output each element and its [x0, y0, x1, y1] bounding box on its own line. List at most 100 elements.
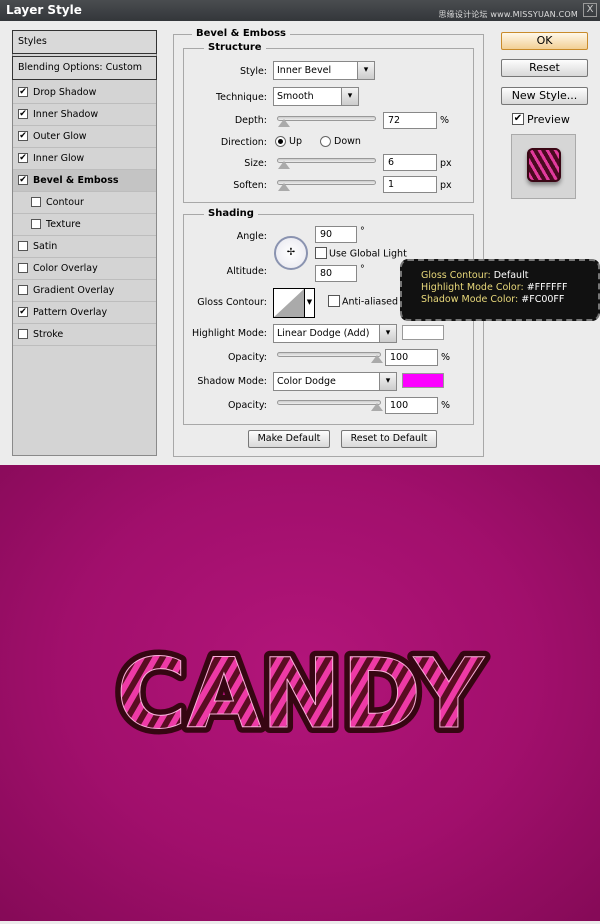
style-item-drop-shadow[interactable]: ✔ Drop Shadow: [13, 82, 156, 104]
chevron-down-icon: ▾: [341, 88, 358, 105]
style-item-stroke[interactable]: Stroke: [13, 324, 156, 346]
checkmark-icon[interactable]: ✔: [18, 152, 28, 163]
chevron-down-icon: ▾: [379, 325, 396, 342]
structure-title: Structure: [204, 42, 266, 53]
styles-list: Styles Blending Options: Custom ✔ Drop Sh…: [12, 30, 157, 456]
shadow-mode-value: Color Dodge: [277, 376, 336, 387]
highlight-mode-value: Linear Dodge (Add): [277, 328, 370, 339]
use-global-light-checkbox[interactable]: Use Global Light: [315, 247, 407, 260]
style-item-contour[interactable]: Contour: [13, 192, 156, 214]
checkbox-icon[interactable]: [31, 218, 41, 229]
reset-to-default-button[interactable]: Reset to Default: [341, 430, 437, 448]
shading-title: Shading: [204, 208, 258, 219]
checkbox-icon[interactable]: [18, 240, 28, 251]
tooltip-value: #FFFFFF: [526, 282, 568, 293]
down-label: Down: [334, 136, 361, 147]
reset-button[interactable]: Reset: [501, 59, 588, 77]
checkbox-icon[interactable]: [31, 196, 41, 207]
direction-down-radio[interactable]: Down: [320, 136, 361, 147]
style-value: Inner Bevel: [277, 65, 332, 76]
shadow-opacity-label: Opacity:: [227, 400, 267, 411]
angle-degree: °: [360, 226, 365, 237]
style-select[interactable]: Inner Bevel ▾: [273, 61, 375, 80]
close-button[interactable]: X: [583, 3, 597, 17]
blending-options-item[interactable]: Blending Options: Custom: [12, 56, 157, 80]
depth-slider[interactable]: [277, 116, 376, 127]
slider-thumb[interactable]: [278, 183, 290, 191]
technique-value: Smooth: [277, 91, 314, 102]
checkbox-icon: [328, 295, 340, 307]
chevron-down-icon: ▾: [379, 373, 396, 390]
tooltip-key: Gloss Contour:: [421, 270, 491, 281]
checkmark-icon[interactable]: ✔: [18, 86, 28, 97]
slider-thumb[interactable]: [278, 161, 290, 169]
angle-input[interactable]: 90: [315, 226, 357, 243]
ok-button[interactable]: OK: [501, 32, 588, 50]
checkbox-icon[interactable]: [18, 328, 28, 339]
checkbox-icon: [315, 247, 327, 259]
gloss-contour-label: Gloss Contour:: [197, 297, 267, 308]
style-item-texture[interactable]: Texture: [13, 214, 156, 236]
checkmark-icon[interactable]: ✔: [18, 306, 28, 317]
altitude-degree: °: [360, 264, 365, 275]
style-item-inner-shadow[interactable]: ✔ Inner Shadow: [13, 104, 156, 126]
depth-unit: %: [440, 115, 450, 126]
styles-item[interactable]: Styles: [12, 30, 157, 54]
direction-up-radio[interactable]: Up: [275, 136, 302, 147]
style-item-label: Stroke: [33, 329, 64, 340]
altitude-input[interactable]: 80: [315, 265, 357, 282]
depth-input[interactable]: 72: [383, 112, 437, 129]
style-preview-thumbnail: [511, 134, 576, 199]
soften-label: Soften:: [233, 180, 267, 191]
checkmark-icon[interactable]: ✔: [18, 130, 28, 141]
style-item-inner-glow[interactable]: ✔ Inner Glow: [13, 148, 156, 170]
style-item-gradient-overlay[interactable]: Gradient Overlay: [13, 280, 156, 302]
soften-input[interactable]: 1: [383, 176, 437, 193]
style-item-color-overlay[interactable]: Color Overlay: [13, 258, 156, 280]
slider-thumb[interactable]: [371, 403, 383, 411]
checkmark-icon[interactable]: ✔: [18, 174, 28, 185]
preview-checkbox[interactable]: ✔ Preview: [512, 113, 570, 126]
style-item-bevel-emboss[interactable]: ✔ Bevel & Emboss: [13, 170, 156, 192]
style-item-label: Gradient Overlay: [33, 285, 115, 296]
soften-slider[interactable]: [277, 180, 376, 191]
tooltip: Gloss Contour: Default Highlight Mode Co…: [400, 259, 600, 321]
slider-thumb[interactable]: [278, 119, 290, 127]
angle-label: Angle:: [236, 231, 267, 242]
shadow-opacity-input[interactable]: 100: [385, 397, 438, 414]
size-slider[interactable]: [277, 158, 376, 169]
highlight-mode-select[interactable]: Linear Dodge (Add) ▾: [273, 324, 397, 343]
new-style-button[interactable]: New Style...: [501, 87, 588, 105]
highlight-color-swatch[interactable]: [402, 325, 444, 340]
angle-dial[interactable]: ✢: [274, 236, 308, 270]
highlight-mode-label: Highlight Mode:: [192, 328, 267, 339]
style-item-satin[interactable]: Satin: [13, 236, 156, 258]
checkbox-icon[interactable]: [18, 284, 28, 295]
shadow-opacity-slider[interactable]: [277, 400, 383, 411]
highlight-opacity-input[interactable]: 100: [385, 349, 438, 366]
global-light-label: Use Global Light: [329, 248, 407, 260]
anti-aliased-checkbox[interactable]: Anti-aliased: [328, 295, 398, 308]
style-item-label: Inner Glow: [33, 153, 85, 164]
tooltip-key: Highlight Mode Color:: [421, 282, 524, 293]
shadow-color-swatch[interactable]: [402, 373, 444, 388]
checkbox-icon[interactable]: [18, 262, 28, 273]
bevel-emboss-title: Bevel & Emboss: [192, 28, 290, 39]
make-default-button[interactable]: Make Default: [248, 430, 330, 448]
radio-selected-icon: [275, 136, 286, 147]
gloss-contour-picker[interactable]: ▼: [273, 288, 315, 318]
slider-thumb[interactable]: [371, 355, 383, 363]
checkmark-icon[interactable]: ✔: [18, 108, 28, 119]
technique-select[interactable]: Smooth ▾: [273, 87, 359, 106]
size-unit: px: [440, 158, 452, 169]
style-item-pattern-overlay[interactable]: ✔ Pattern Overlay: [13, 302, 156, 324]
highlight-opacity-slider[interactable]: [277, 352, 383, 363]
shadow-mode-select[interactable]: Color Dodge ▾: [273, 372, 397, 391]
style-item-label: Satin: [33, 241, 58, 252]
size-label: Size:: [244, 158, 267, 169]
style-item-outer-glow[interactable]: ✔ Outer Glow: [13, 126, 156, 148]
style-item-label: Inner Shadow: [33, 109, 99, 120]
style-item-label: Bevel & Emboss: [33, 175, 119, 186]
size-input[interactable]: 6: [383, 154, 437, 171]
preview-label: Preview: [527, 113, 570, 126]
